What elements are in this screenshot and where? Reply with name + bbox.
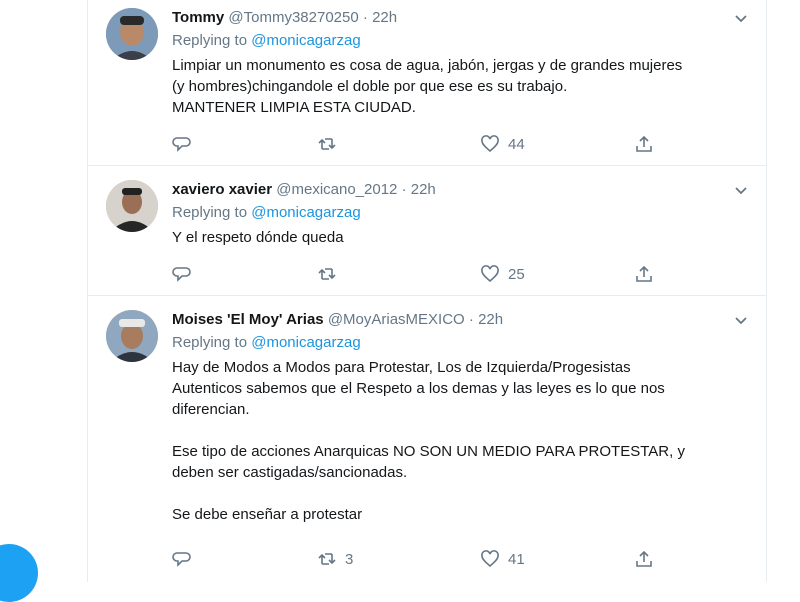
chevron-down-icon[interactable] (733, 10, 749, 26)
retweet-button[interactable]: 3 (317, 548, 353, 570)
reply-icon (172, 552, 191, 567)
tweet-text: Hay de Modos a Modos para Protestar, Los… (172, 359, 685, 523)
mention-link[interactable]: @monicagarzag (251, 334, 360, 351)
like-count: 44 (508, 135, 525, 153)
tweet[interactable]: Moises 'El Moy' Arias @MoyAriasMEXICO · … (88, 296, 767, 582)
replying-to: Replying to @monicagarzag (172, 31, 742, 51)
tweet-text: Y el respeto dónde queda (172, 229, 344, 246)
tweet-header: Moises 'El Moy' Arias @MoyAriasMEXICO · … (172, 310, 742, 330)
replying-to-label: Replying to (172, 334, 248, 351)
tweet-header: xaviero xavier @mexicano_2012 · 22h (172, 180, 742, 200)
reply-icon (172, 267, 191, 282)
share-icon (636, 135, 652, 152)
reply-button[interactable] (172, 133, 192, 155)
retweet-count: 3 (345, 550, 354, 568)
author-name[interactable]: Tommy (172, 9, 224, 26)
tweet-timestamp[interactable]: 22h (411, 181, 436, 198)
tweet-actions: 3 41 (172, 548, 692, 570)
mention-link[interactable]: @monicagarzag (251, 204, 360, 221)
heart-icon (481, 265, 499, 283)
replying-to-label: Replying to (172, 204, 248, 221)
avatar-image (106, 180, 158, 232)
tweet-timestamp[interactable]: 22h (372, 9, 397, 26)
separator-dot: · (468, 311, 474, 328)
avatar[interactable] (106, 310, 158, 362)
timeline: Tommy @Tommy38270250 · 22h Replying to @… (87, 0, 767, 582)
compose-tweet-button[interactable] (0, 544, 38, 602)
retweet-icon (318, 268, 336, 280)
retweet-button[interactable] (317, 263, 345, 285)
share-icon (636, 265, 652, 282)
author-handle[interactable]: @MoyAriasMEXICO (328, 311, 465, 328)
author-name[interactable]: Moises 'El Moy' Arias (172, 311, 324, 328)
replying-to: Replying to @monicagarzag (172, 203, 742, 223)
avatar[interactable] (106, 180, 158, 232)
tweet-header: Tommy @Tommy38270250 · 22h (172, 8, 742, 28)
avatar-image (106, 310, 158, 362)
like-count: 25 (508, 265, 525, 283)
share-button[interactable] (634, 263, 654, 285)
reply-button[interactable] (172, 263, 192, 285)
retweet-icon (318, 553, 336, 565)
like-button[interactable]: 44 (480, 133, 525, 155)
tweet-text: Limpiar un monumento es cosa de agua, ja… (172, 57, 683, 116)
mention-link[interactable]: @monicagarzag (251, 32, 360, 49)
like-button[interactable]: 25 (480, 263, 525, 285)
like-button[interactable]: 41 (480, 548, 525, 570)
tweet-actions: 44 (172, 133, 692, 155)
tweet[interactable]: Tommy @Tommy38270250 · 22h Replying to @… (88, 0, 767, 166)
author-handle[interactable]: @mexicano_2012 (276, 181, 397, 198)
separator-dot: · (401, 181, 407, 198)
separator-dot: · (362, 9, 368, 26)
retweet-icon (318, 138, 336, 150)
tweet-timestamp[interactable]: 22h (478, 311, 503, 328)
share-button[interactable] (634, 548, 654, 570)
avatar-image (106, 8, 158, 60)
chevron-down-icon[interactable] (733, 182, 749, 198)
tweet-actions: 25 (172, 263, 692, 285)
tweet[interactable]: xaviero xavier @mexicano_2012 · 22h Repl… (88, 166, 767, 296)
replying-to: Replying to @monicagarzag (172, 333, 742, 353)
author-name[interactable]: xaviero xavier (172, 181, 272, 198)
chevron-down-icon[interactable] (733, 312, 749, 328)
reply-button[interactable] (172, 548, 192, 570)
share-button[interactable] (634, 133, 654, 155)
author-handle[interactable]: @Tommy38270250 (228, 9, 358, 26)
replying-to-label: Replying to (172, 32, 248, 49)
heart-icon (481, 550, 499, 568)
heart-icon (481, 135, 499, 153)
reply-icon (172, 137, 191, 152)
share-icon (636, 550, 652, 567)
like-count: 41 (508, 550, 525, 568)
avatar[interactable] (106, 8, 158, 60)
retweet-button[interactable] (317, 133, 345, 155)
